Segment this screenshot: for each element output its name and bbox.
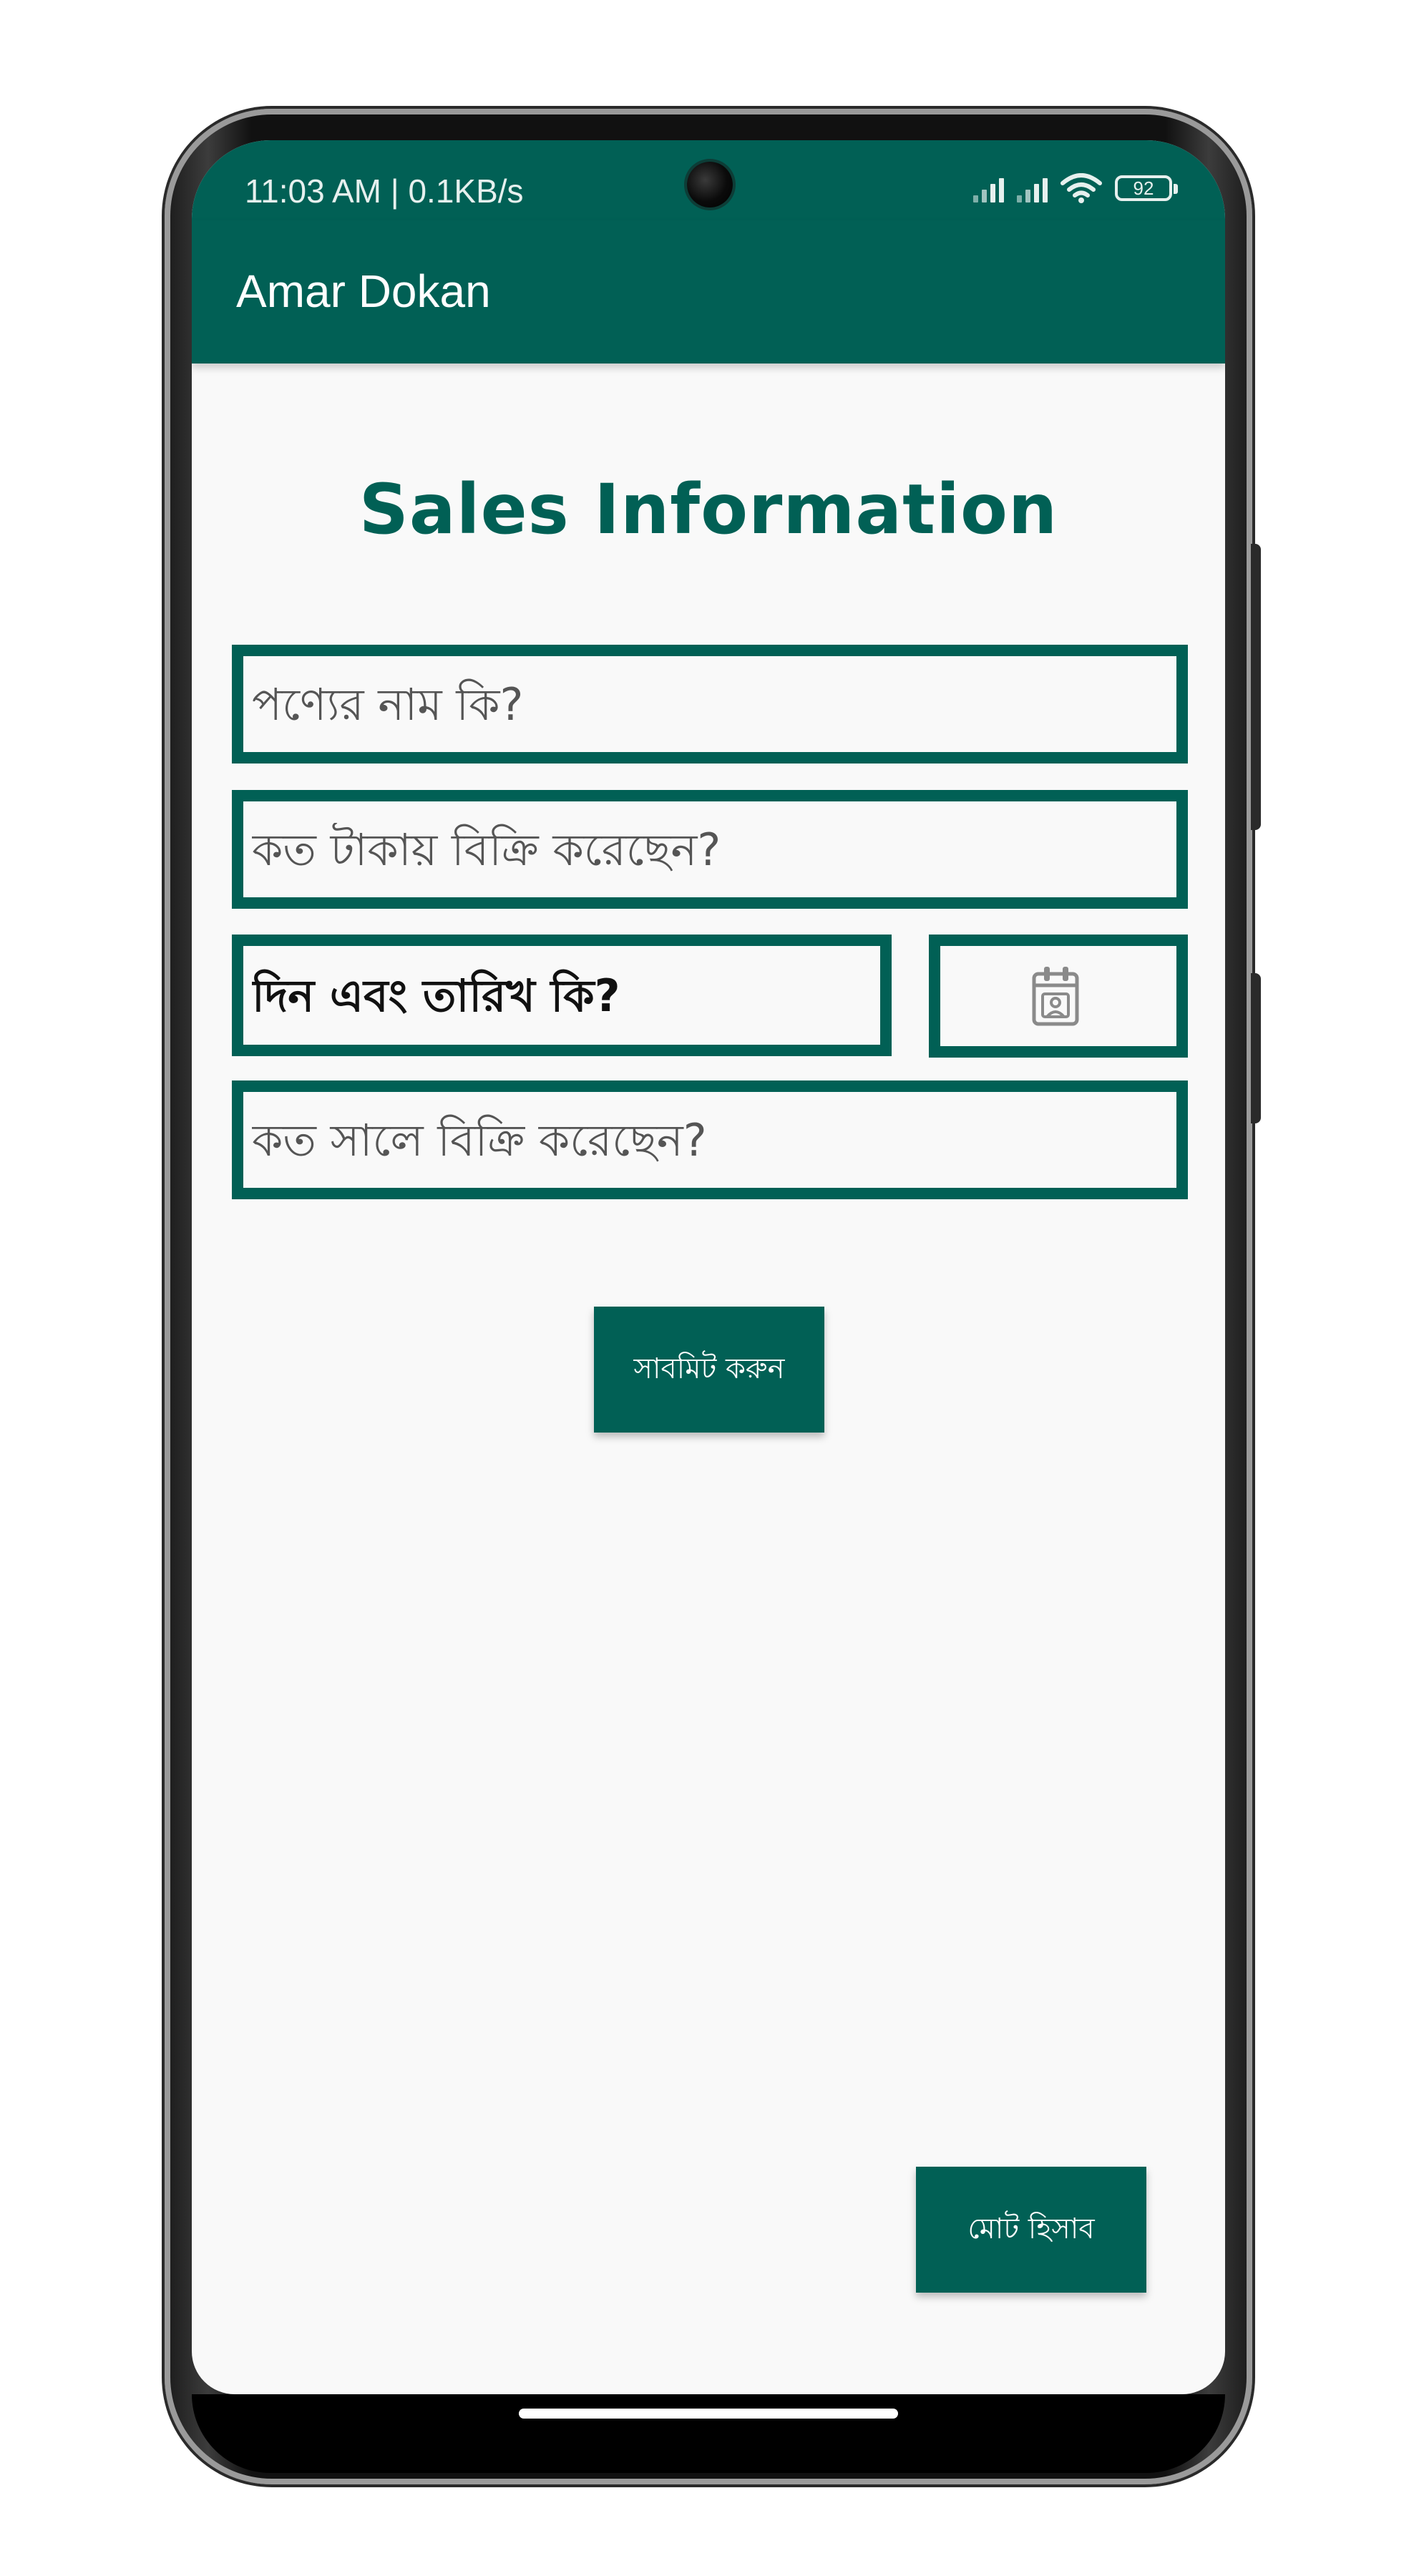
- date-field[interactable]: [232, 935, 892, 1056]
- app-title: Amar Dokan: [236, 265, 491, 317]
- bottom-bezel: [192, 2394, 1225, 2473]
- status-bar: 11:03 AM | 0.1KB/s 92: [192, 140, 1225, 220]
- product-name-input[interactable]: [250, 677, 1176, 731]
- price-input[interactable]: [250, 822, 1176, 877]
- product-name-field[interactable]: [232, 645, 1188, 763]
- submit-button[interactable]: সাবমিট করুন: [594, 1307, 824, 1433]
- app-bar: Amar Dokan: [192, 220, 1225, 364]
- total-account-button[interactable]: মোট হিসাব: [916, 2167, 1146, 2293]
- signal-icon: [973, 174, 1004, 203]
- sale-year-field[interactable]: [232, 1080, 1188, 1199]
- wifi-icon: [1060, 173, 1102, 203]
- page-title: Sales Information: [359, 469, 1058, 550]
- date-picker-button[interactable]: [929, 935, 1188, 1058]
- signal-icon: [1017, 174, 1048, 203]
- volume-button: [1251, 544, 1261, 830]
- home-gesture-bar[interactable]: [519, 2409, 898, 2419]
- status-time: 11:03 AM | 0.1KB/s: [245, 172, 524, 210]
- power-button: [1251, 973, 1261, 1123]
- device-stage: 11:03 AM | 0.1KB/s 92 Amar Dokan Sales I…: [0, 0, 1414, 2576]
- status-icons: 92: [973, 173, 1178, 203]
- front-camera: [687, 162, 733, 208]
- calendar-icon: [1032, 967, 1079, 1026]
- battery-icon: 92: [1115, 175, 1178, 201]
- date-input[interactable]: [250, 968, 880, 1023]
- app-screen: 11:03 AM | 0.1KB/s 92 Amar Dokan Sales I…: [192, 140, 1225, 2394]
- price-field[interactable]: [232, 790, 1188, 909]
- sale-year-input[interactable]: [250, 1113, 1176, 1167]
